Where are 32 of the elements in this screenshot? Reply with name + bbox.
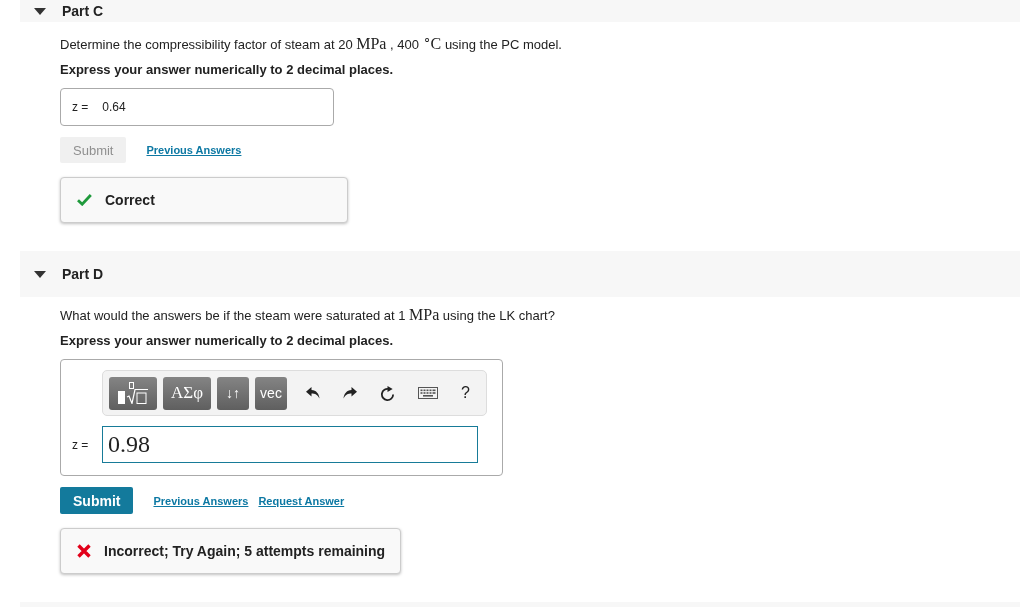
part-title: Part C — [62, 3, 104, 19]
feedback-text: Incorrect; Try Again; 5 attempts remaining — [104, 543, 386, 560]
undo-icon[interactable] — [306, 387, 320, 400]
templates-icon — [118, 382, 148, 405]
keyboard-icon[interactable] — [418, 387, 438, 400]
variable-label: z = — [72, 437, 90, 452]
instruction-text: Express your answer numerically to 2 decimal places. — [60, 332, 395, 351]
arrows-button[interactable]: ↓↑ — [217, 376, 249, 410]
text-link[interactable]: Previous Answers — [153, 494, 249, 507]
part-title: Part D — [62, 266, 104, 283]
caret-icon[interactable] — [34, 7, 46, 15]
vector-button[interactable]: vec — [255, 376, 287, 410]
answer-field[interactable]: z = 0.64 — [60, 88, 334, 127]
text-link[interactable]: Previous Answers — [146, 144, 242, 157]
answer-input[interactable]: 0.98 — [102, 426, 478, 464]
templates-button[interactable] — [109, 376, 157, 410]
cross-icon — [77, 544, 91, 559]
feedback-text: Correct — [105, 192, 155, 209]
text-link[interactable]: Request Answer — [258, 494, 345, 507]
part-header[interactable]: Part D — [20, 251, 1020, 298]
instruction-text: Express your answer numerically to 2 decimal places. — [60, 61, 395, 80]
caret-icon[interactable] — [34, 270, 46, 278]
reset-icon[interactable] — [380, 385, 395, 401]
redo-icon[interactable] — [343, 387, 357, 400]
check-icon — [77, 194, 92, 207]
part-header[interactable]: Part C — [20, 0, 1020, 22]
help-button[interactable]: ? — [461, 384, 470, 403]
greek-letters-button[interactable]: ΑΣφ — [163, 376, 211, 410]
answer-value: 0.64 — [102, 100, 126, 115]
submit-button[interactable]: Submit — [60, 487, 134, 515]
variable-label: z = — [72, 100, 89, 115]
question-text: What would the answers be if the steam were saturated at 1 MPa using the LK chart? — [60, 307, 556, 326]
